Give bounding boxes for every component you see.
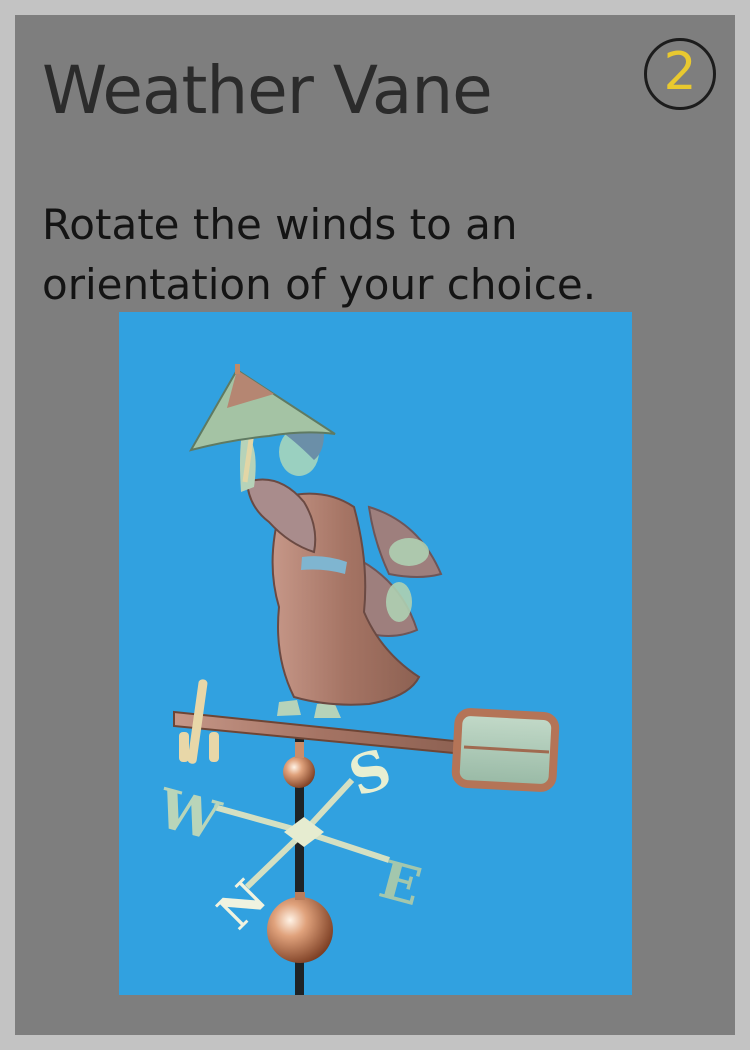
geisha-figure [188,364,443,718]
description-line-1: Rotate the winds to an [42,200,518,249]
lower-finial-ball [267,897,333,963]
description-line-2: orientation of your choice. [42,260,597,309]
card-description: Rotate the winds to an orientation of yo… [42,195,682,315]
weather-vane-illustration: W S N E [119,312,632,995]
upper-finial-ball [283,756,315,788]
weather-vane-graphic: W S N E [150,364,560,995]
card-title: Weather Vane [42,52,493,129]
card: Weather Vane 2 Rotate the winds to an or… [15,15,735,1035]
arrow-paddle [451,708,560,792]
compass-west-letter: W [150,775,227,853]
cost-value: 2 [663,42,697,102]
cost-badge: 2 [644,38,716,110]
